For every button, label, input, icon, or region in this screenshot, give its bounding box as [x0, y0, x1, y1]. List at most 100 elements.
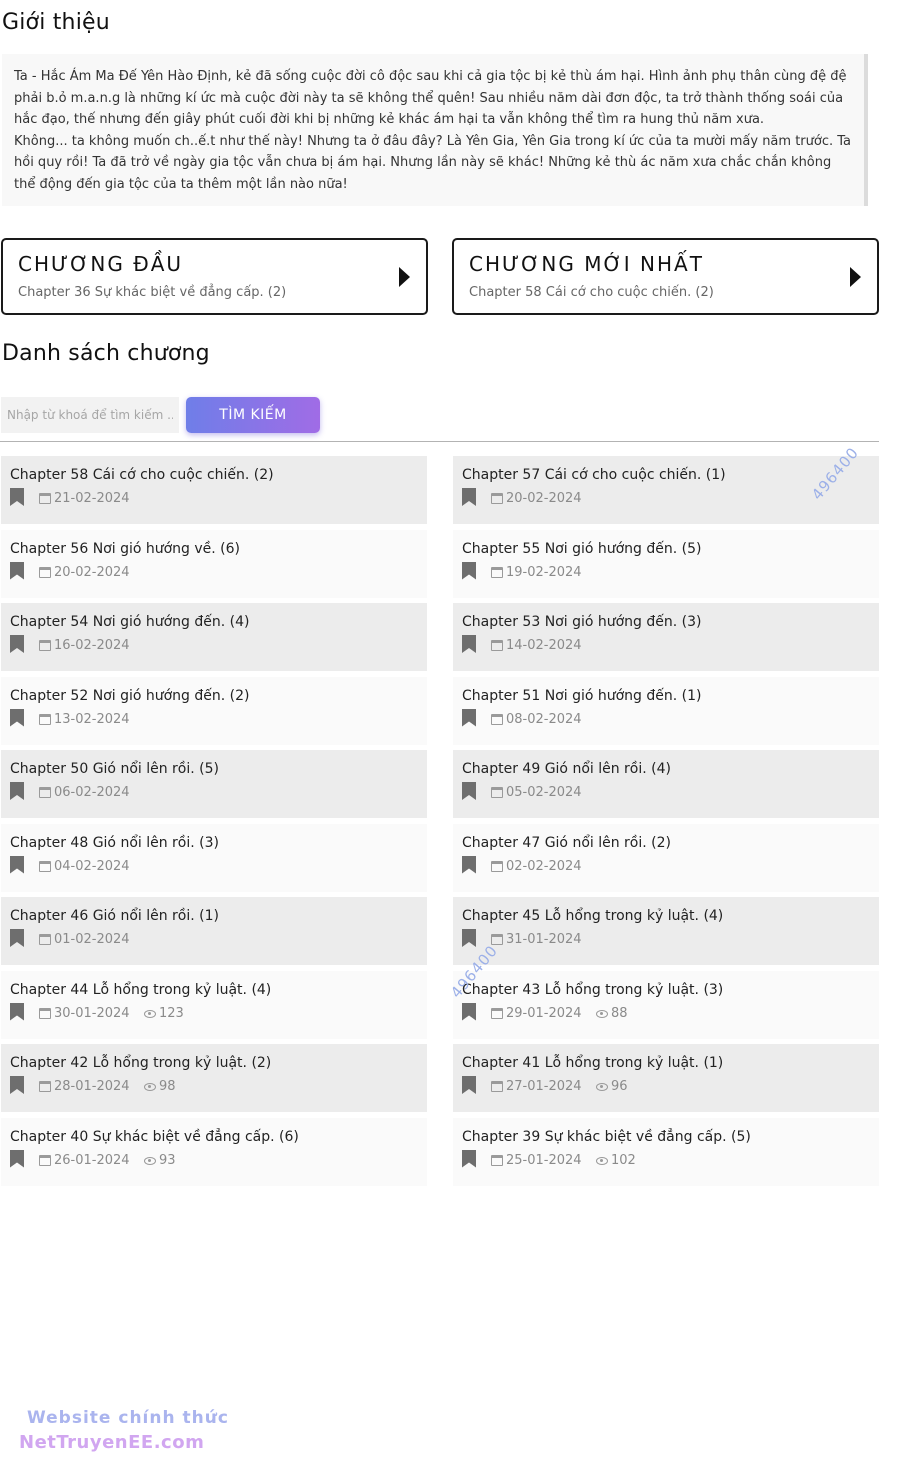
- chapter-date: 28-01-2024: [54, 1079, 130, 1094]
- calendar-icon: [39, 640, 51, 651]
- chapter-list-item[interactable]: Chapter 39 Sự khác biệt về đẳng cấp. (5)…: [453, 1117, 879, 1186]
- chapter-date: 30-01-2024: [54, 1005, 130, 1021]
- chapter-list-item[interactable]: Chapter 56 Nơi gió hướng về. (6) 20-02-20…: [1, 529, 427, 598]
- chapter-date: 27-01-2024: [506, 1079, 582, 1094]
- calendar-icon: [39, 1154, 51, 1166]
- calendar-icon: [39, 566, 51, 578]
- bookmark-icon[interactable]: [10, 1002, 24, 1021]
- bookmark-icon[interactable]: [462, 708, 476, 727]
- calendar-icon: [39, 1081, 51, 1092]
- chapter-meta: 06-02-2024: [10, 782, 427, 805]
- chapter-title[interactable]: Chapter 43 Lỗ hổng trong kỷ luật. (3): [462, 982, 879, 1000]
- chapter-views: 96: [611, 1079, 628, 1094]
- chapter-list-item[interactable]: Chapter 51 Nơi gió hướng đến. (1) 08-02-2…: [453, 676, 879, 745]
- eye-icon: [144, 1009, 156, 1018]
- bookmark-icon[interactable]: [10, 1149, 24, 1168]
- chapter-title[interactable]: Chapter 41 Lỗ hổng trong kỷ luật. (1): [462, 1055, 879, 1073]
- chapter-date: 16-02-2024: [54, 638, 130, 653]
- chapter-search-input[interactable]: [1, 397, 179, 433]
- chapter-title[interactable]: Chapter 51 Nơi gió hướng đến. (1): [462, 688, 879, 706]
- calendar-icon: [491, 566, 503, 578]
- chapter-list-item[interactable]: Chapter 48 Gió nổi lên rồi. (3) 04-02-202…: [1, 823, 427, 892]
- bookmark-icon[interactable]: [462, 635, 476, 653]
- bookmark-icon[interactable]: [462, 561, 476, 580]
- play-arrow-icon: [850, 267, 861, 287]
- first-chapter-subtitle: Chapter 36 Sự khác biệt về đẳng cấp. (2): [18, 285, 287, 300]
- chapter-title[interactable]: Chapter 45 Lỗ hổng trong kỷ luật. (4): [462, 908, 879, 926]
- chapter-title[interactable]: Chapter 44 Lỗ hổng trong kỷ luật. (4): [10, 982, 427, 1000]
- bookmark-icon[interactable]: [10, 488, 24, 506]
- bookmark-icon[interactable]: [10, 929, 24, 947]
- bookmark-icon[interactable]: [462, 488, 476, 506]
- chapter-title[interactable]: Chapter 46 Gió nổi lên rồi. (1): [10, 908, 427, 926]
- eye-icon: [596, 1009, 608, 1018]
- chapter-list-item[interactable]: Chapter 42 Lỗ hổng trong kỷ luật. (2) 28-…: [1, 1044, 427, 1112]
- bookmark-icon[interactable]: [10, 855, 24, 874]
- chapter-list-item[interactable]: Chapter 47 Gió nổi lên rồi. (2) 02-02-202…: [453, 823, 879, 892]
- bookmark-icon[interactable]: [462, 855, 476, 874]
- calendar-icon: [39, 934, 51, 945]
- chapter-list-item[interactable]: Chapter 54 Nơi gió hướng đến. (4) 16-02-2…: [1, 603, 427, 671]
- chapter-title[interactable]: Chapter 58 Cái cớ cho cuộc chiến. (2): [10, 467, 427, 485]
- chapter-title[interactable]: Chapter 47 Gió nổi lên rồi. (2): [462, 835, 879, 853]
- calendar-icon: [39, 1007, 51, 1019]
- chapter-views: 123: [159, 1005, 184, 1021]
- chapter-title[interactable]: Chapter 53 Nơi gió hướng đến. (3): [462, 614, 879, 632]
- bookmark-icon[interactable]: [10, 708, 24, 727]
- chapter-title[interactable]: Chapter 48 Gió nổi lên rồi. (3): [10, 835, 427, 853]
- footer-website-label: Website chính thức: [27, 1408, 229, 1428]
- chapter-list-item[interactable]: Chapter 41 Lỗ hổng trong kỷ luật. (1) 27-…: [453, 1044, 879, 1112]
- chapter-list-heading: Danh sách chương: [2, 341, 210, 366]
- chapter-title[interactable]: Chapter 56 Nơi gió hướng về. (6): [10, 541, 427, 559]
- chapter-title[interactable]: Chapter 40 Sự khác biệt về đẳng cấp. (6): [10, 1129, 427, 1147]
- bookmark-icon[interactable]: [10, 561, 24, 580]
- footer-site-link[interactable]: NetTruyenEE.com: [19, 1432, 204, 1453]
- chapter-meta: 05-02-2024: [462, 782, 879, 805]
- chapter-list-item[interactable]: Chapter 52 Nơi gió hướng đến. (2) 13-02-2…: [1, 676, 427, 745]
- bookmark-icon[interactable]: [10, 635, 24, 653]
- latest-chapter-button[interactable]: CHƯƠNG MỚI NHẤT Chapter 58 Cái cớ cho cu…: [452, 238, 879, 315]
- chapter-title[interactable]: Chapter 42 Lỗ hổng trong kỷ luật. (2): [10, 1055, 427, 1073]
- chapter-list-item[interactable]: Chapter 58 Cái cớ cho cuộc chiến. (2) 21-…: [1, 456, 427, 524]
- chapter-title[interactable]: Chapter 39 Sự khác biệt về đẳng cấp. (5): [462, 1129, 879, 1147]
- chapter-list-item[interactable]: Chapter 53 Nơi gió hướng đến. (3) 14-02-2…: [453, 603, 879, 671]
- bookmark-icon[interactable]: [462, 929, 476, 947]
- bookmark-icon[interactable]: [10, 782, 24, 800]
- chapter-views: 88: [611, 1005, 628, 1021]
- chapter-title[interactable]: Chapter 50 Gió nổi lên rồi. (5): [10, 761, 427, 779]
- bookmark-icon[interactable]: [462, 1076, 476, 1094]
- bookmark-icon[interactable]: [10, 1076, 24, 1094]
- chapter-title[interactable]: Chapter 52 Nơi gió hướng đến. (2): [10, 688, 427, 706]
- chapter-meta: 16-02-2024: [10, 635, 427, 658]
- chapter-date: 31-01-2024: [506, 932, 582, 947]
- chapter-list-item[interactable]: Chapter 40 Sự khác biệt về đẳng cấp. (6)…: [1, 1117, 427, 1186]
- chapter-meta: 14-02-2024: [462, 635, 879, 658]
- calendar-icon: [39, 787, 51, 798]
- chapter-date: 08-02-2024: [506, 711, 582, 727]
- calendar-icon: [39, 713, 51, 725]
- chapter-list-item[interactable]: Chapter 43 Lỗ hổng trong kỷ luật. (3) 29-…: [453, 970, 879, 1039]
- chapter-title[interactable]: Chapter 49 Gió nổi lên rồi. (4): [462, 761, 879, 779]
- chapter-title[interactable]: Chapter 54 Nơi gió hướng đến. (4): [10, 614, 427, 632]
- chapter-views: 102: [611, 1152, 636, 1168]
- chapter-date: 26-01-2024: [54, 1152, 130, 1168]
- bookmark-icon[interactable]: [462, 1149, 476, 1168]
- bookmark-icon[interactable]: [462, 1002, 476, 1021]
- calendar-icon: [491, 713, 503, 725]
- chapter-meta: 01-02-2024: [10, 929, 427, 952]
- latest-chapter-subtitle: Chapter 58 Cái cớ cho cuộc chiến. (2): [469, 285, 714, 300]
- chapter-date: 05-02-2024: [506, 785, 582, 800]
- chapter-list-item[interactable]: Chapter 46 Gió nổi lên rồi. (1) 01-02-202…: [1, 897, 427, 965]
- first-chapter-button[interactable]: CHƯƠNG ĐẦU Chapter 36 Sự khác biệt về đẳ…: [1, 238, 428, 315]
- chapter-views: 98: [159, 1079, 176, 1094]
- chapter-list-item[interactable]: Chapter 55 Nơi gió hướng đến. (5) 19-02-2…: [453, 529, 879, 598]
- chapter-title[interactable]: Chapter 55 Nơi gió hướng đến. (5): [462, 541, 879, 559]
- intro-description: Ta - Hắc Ám Ma Đế Yên Hào Định, kẻ đã số…: [2, 54, 868, 206]
- chapter-list-item[interactable]: Chapter 50 Gió nổi lên rồi. (5) 06-02-202…: [1, 750, 427, 818]
- chapter-list-item[interactable]: Chapter 44 Lỗ hổng trong kỷ luật. (4) 30-…: [1, 970, 427, 1039]
- chapter-meta: 31-01-2024: [462, 929, 879, 952]
- search-button[interactable]: TÌM KIẾM: [186, 397, 320, 433]
- bookmark-icon[interactable]: [462, 782, 476, 800]
- chapter-list-item[interactable]: Chapter 45 Lỗ hổng trong kỷ luật. (4) 31-…: [453, 897, 879, 965]
- chapter-list-item[interactable]: Chapter 49 Gió nổi lên rồi. (4) 05-02-202…: [453, 750, 879, 818]
